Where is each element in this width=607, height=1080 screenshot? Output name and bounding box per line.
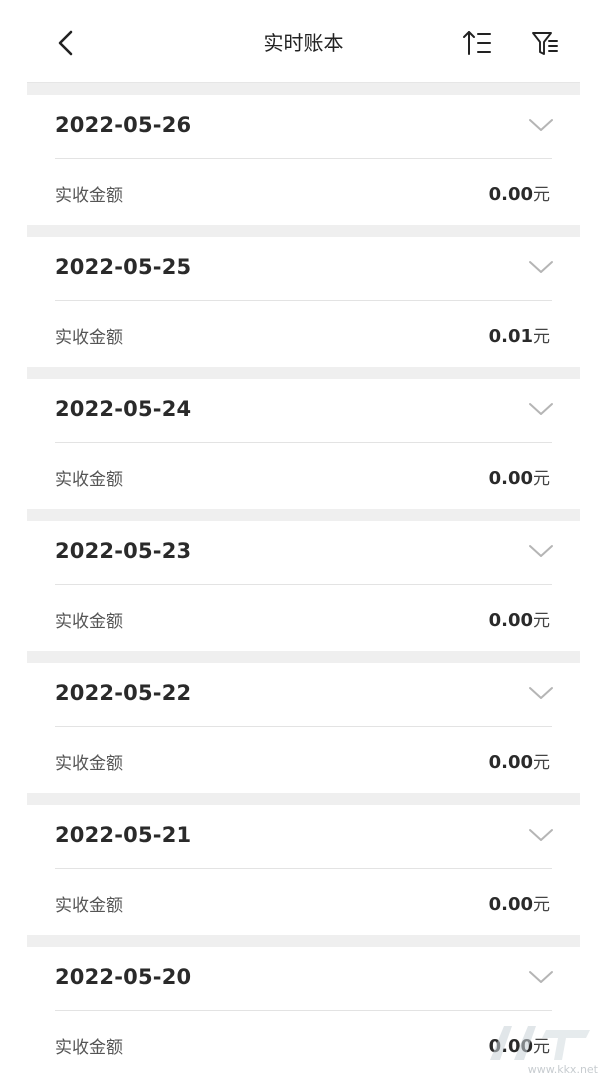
sort-button[interactable] (460, 26, 496, 62)
section-gap (27, 935, 580, 947)
sort-ascending-icon (463, 31, 491, 55)
day-date: 2022-05-23 (55, 539, 192, 563)
card-divider (55, 868, 552, 869)
section-gap (27, 509, 580, 521)
day-date: 2022-05-20 (55, 965, 192, 989)
amount-number: 0.00 (488, 184, 533, 205)
received-amount-value: 0.00元 (489, 180, 550, 205)
ledger-day-card: 2022-05-25 实收金额 0.01元 (27, 237, 580, 367)
received-amount-label: 实收金额 (55, 754, 123, 774)
day-header[interactable]: 2022-05-20 (27, 947, 580, 1010)
received-amount-value: 0.00元 (489, 890, 550, 915)
received-amount-value: 0.01元 (489, 322, 550, 347)
amount-unit: 元 (533, 611, 550, 631)
received-amount-value: 0.00元 (489, 464, 550, 489)
card-divider (55, 300, 552, 301)
day-header[interactable]: 2022-05-24 (27, 379, 580, 442)
amount-unit: 元 (533, 327, 550, 347)
chevron-down-icon[interactable] (527, 115, 555, 135)
received-amount-label: 实收金额 (55, 896, 123, 916)
day-date: 2022-05-25 (55, 255, 192, 279)
filter-button[interactable] (528, 26, 564, 62)
ledger-day-card: 2022-05-21 实收金额 0.00元 (27, 805, 580, 935)
card-divider (55, 1010, 552, 1011)
day-date: 2022-05-22 (55, 681, 192, 705)
chevron-down-icon[interactable] (527, 825, 555, 845)
chevron-down-icon[interactable] (527, 257, 555, 277)
watermark-text: www.kkx.net (527, 1063, 598, 1076)
card-divider (55, 158, 552, 159)
amount-number: 0.00 (488, 468, 533, 489)
day-header[interactable]: 2022-05-25 (27, 237, 580, 300)
card-divider (55, 442, 552, 443)
received-amount-label: 实收金额 (55, 612, 123, 632)
app-header: 实时账本 (0, 0, 607, 84)
section-gap (27, 651, 580, 663)
received-amount-value: 0.00元 (489, 606, 550, 631)
day-header[interactable]: 2022-05-23 (27, 521, 580, 584)
section-gap (27, 83, 580, 95)
amount-unit: 元 (533, 185, 550, 205)
section-gap (27, 367, 580, 379)
watermark-mark-icon (490, 1026, 590, 1060)
section-gap (27, 225, 580, 237)
received-amount-label: 实收金额 (55, 328, 123, 348)
card-divider (55, 726, 552, 727)
amount-unit: 元 (533, 469, 550, 489)
received-amount-value: 0.00元 (489, 748, 550, 773)
ledger-day-card: 2022-05-24 实收金额 0.00元 (27, 379, 580, 509)
day-date: 2022-05-26 (55, 113, 192, 137)
received-amount-label: 实收金额 (55, 186, 123, 206)
amount-number: 0.01 (488, 326, 533, 347)
chevron-down-icon[interactable] (527, 541, 555, 561)
ledger-day-card: 2022-05-26 实收金额 0.00元 (27, 95, 580, 225)
watermark-logo: www.kkx.net (470, 1020, 602, 1078)
day-date: 2022-05-21 (55, 823, 192, 847)
amount-number: 0.00 (488, 752, 533, 773)
chevron-down-icon[interactable] (527, 967, 555, 987)
day-header[interactable]: 2022-05-22 (27, 663, 580, 726)
amount-unit: 元 (533, 753, 550, 773)
ledger-day-card: 2022-05-23 实收金额 0.00元 (27, 521, 580, 651)
received-amount-label: 实收金额 (55, 1038, 123, 1058)
ledger-list: 2022-05-26 实收金额 0.00元 2022-05-25 实收金额 0.… (27, 83, 580, 1077)
received-amount-label: 实收金额 (55, 470, 123, 490)
amount-number: 0.00 (488, 610, 533, 631)
filter-icon (532, 32, 558, 55)
card-divider (55, 584, 552, 585)
day-header[interactable]: 2022-05-26 (27, 95, 580, 158)
amount-unit: 元 (533, 895, 550, 915)
section-gap (27, 793, 580, 805)
ledger-day-card: 2022-05-22 实收金额 0.00元 (27, 663, 580, 793)
day-date: 2022-05-24 (55, 397, 192, 421)
day-header[interactable]: 2022-05-21 (27, 805, 580, 868)
page-title: 实时账本 (263, 31, 344, 55)
chevron-down-icon[interactable] (527, 683, 555, 703)
chevron-down-icon[interactable] (527, 399, 555, 419)
amount-number: 0.00 (488, 894, 533, 915)
